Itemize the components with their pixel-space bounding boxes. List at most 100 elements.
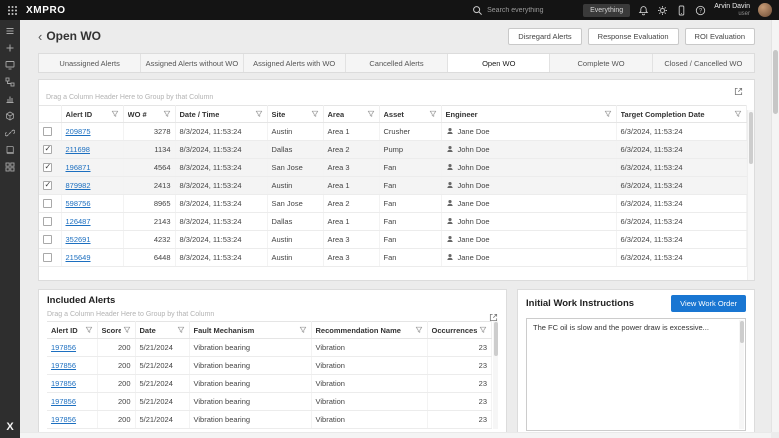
search-scope-dropdown[interactable]: Everything [583,3,631,17]
filter-icon[interactable] [604,110,612,118]
search-box[interactable] [472,5,576,16]
column-header[interactable]: Target Completion Date [616,105,747,123]
table-row[interactable]: 215649 6448 8/3/2024, 11:53:24 Austin Ar… [39,248,747,267]
table-row[interactable]: 211698 1134 8/3/2024, 11:53:24 Dallas Ar… [39,140,747,159]
column-header[interactable]: Fault Mechanism [189,321,312,339]
settings-gear-icon[interactable] [657,5,668,16]
row-checkbox[interactable] [43,235,52,245]
filter-icon[interactable] [255,110,263,118]
table-row[interactable]: 879982 2413 8/3/2024, 11:53:24 Austin Ar… [39,176,747,195]
alert-id-link[interactable]: 598756 [66,199,91,208]
table-row[interactable]: 209875 3278 8/3/2024, 11:53:24 Austin Ar… [39,122,747,141]
alert-id-link[interactable]: 197856 [51,361,76,370]
scrollbar-thumb[interactable] [749,112,753,164]
tab[interactable]: Complete WO [550,54,653,72]
table-row[interactable]: 126487 2143 8/3/2024, 11:53:24 Dallas Ar… [39,212,747,231]
alert-id-link[interactable]: 197856 [51,397,76,406]
grid-icon[interactable] [5,162,15,172]
table-row[interactable]: 598756 8965 8/3/2024, 11:53:24 San Jose … [39,194,747,213]
search-input[interactable] [487,6,576,14]
filter-icon[interactable] [415,326,423,334]
tab[interactable]: Open WO [448,54,551,72]
alert-id-link[interactable]: 879982 [66,181,91,190]
alert-id-link[interactable]: 197856 [51,379,76,388]
filter-icon[interactable] [479,326,487,334]
view-work-order-button[interactable]: View Work Order [671,295,746,312]
filter-icon[interactable] [367,110,375,118]
alert-id-link[interactable]: 197856 [51,415,76,424]
row-checkbox[interactable] [43,217,52,227]
link-icon[interactable] [5,128,15,138]
tab[interactable]: Closed / Cancelled WO [652,54,754,72]
row-checkbox[interactable] [43,162,52,173]
table-scrollbar[interactable] [493,321,498,429]
action-button[interactable]: ROI Evaluation [684,27,755,45]
column-header[interactable]: Engineer [441,105,617,123]
filter-icon[interactable] [123,326,131,334]
avatar[interactable] [758,3,772,17]
alert-id-link[interactable]: 126487 [66,217,91,226]
export-icon[interactable] [734,83,743,96]
filter-icon[interactable] [177,326,185,334]
filter-icon[interactable] [429,110,437,118]
column-header[interactable]: Area [323,105,380,123]
page-horizontal-scrollbar[interactable] [20,432,771,438]
scrollbar-thumb[interactable] [739,321,744,343]
tab[interactable]: Cancelled Alerts [345,54,449,72]
asset-cube-icon[interactable] [5,111,15,121]
tab[interactable]: Assigned Alerts with WO [243,54,346,72]
column-header[interactable]: Alert ID [61,105,124,123]
column-header[interactable]: Site [267,105,324,123]
alert-id-link[interactable]: 211698 [66,145,90,154]
filter-icon[interactable] [299,326,307,334]
page-vertical-scrollbar[interactable] [771,20,779,432]
filter-icon[interactable] [163,110,171,118]
text-scrollbar[interactable] [739,320,744,429]
chart-icon[interactable] [5,94,15,104]
row-checkbox[interactable] [43,253,52,263]
workflow-icon[interactable] [5,77,15,87]
filter-icon[interactable] [734,110,742,118]
table-row[interactable]: 197856 200 5/21/2024 Vibration bearing V… [47,392,492,411]
export-icon[interactable] [489,309,498,322]
alert-id-link[interactable]: 196871 [66,163,91,172]
mobile-device-icon[interactable] [676,5,687,16]
action-button[interactable]: Disregard Alerts [508,27,582,45]
table-row[interactable]: 352691 4232 8/3/2024, 11:53:24 Austin Ar… [39,230,747,249]
column-header[interactable]: Occurrences [427,321,492,339]
help-icon[interactable]: ? [695,5,706,16]
notifications-bell-icon[interactable] [638,5,649,16]
menu-icon[interactable] [5,26,15,36]
row-checkbox[interactable] [43,180,52,191]
work-instructions-box[interactable]: The FC oil is slow and the power draw is… [526,318,746,431]
xmpro-x-logo[interactable]: X [6,421,13,433]
alert-id-link[interactable]: 197856 [51,343,76,352]
table-scrollbar[interactable] [747,110,754,280]
alert-id-link[interactable]: 352691 [66,235,91,244]
tab[interactable]: Unassigned Alerts [39,54,142,72]
filter-icon[interactable] [85,326,93,334]
table-row[interactable]: 197856 200 5/21/2024 Vibration bearing V… [47,338,492,357]
scrollbar-thumb[interactable] [493,322,498,356]
filter-icon[interactable] [311,110,319,118]
column-header[interactable]: Asset [379,105,442,123]
alert-id-link[interactable]: 215649 [66,253,91,262]
monitor-icon[interactable] [5,60,15,70]
table-row[interactable]: 197856 200 5/21/2024 Vibration bearing V… [47,374,492,393]
table-row[interactable]: 197856 200 5/21/2024 Vibration bearing V… [47,356,492,375]
column-header[interactable]: Date [135,321,190,339]
app-launcher-icon[interactable] [7,5,18,16]
add-icon[interactable] [5,43,15,53]
row-checkbox[interactable] [43,127,52,137]
back-chevron[interactable]: ‹ [38,30,42,43]
row-checkbox[interactable] [43,144,52,155]
column-header[interactable]: Recommendation Name [311,321,428,339]
library-icon[interactable] [5,145,15,155]
table-row[interactable]: 197856 200 5/21/2024 Vibration bearing V… [47,410,492,429]
table-row[interactable]: 196871 4564 8/3/2024, 11:53:24 San Jose … [39,158,747,177]
row-checkbox[interactable] [43,199,52,209]
column-header[interactable]: Score [97,321,136,339]
tab[interactable]: Assigned Alerts without WO [141,54,244,72]
scrollbar-thumb[interactable] [773,50,778,114]
column-header[interactable]: Alert ID [47,321,98,339]
